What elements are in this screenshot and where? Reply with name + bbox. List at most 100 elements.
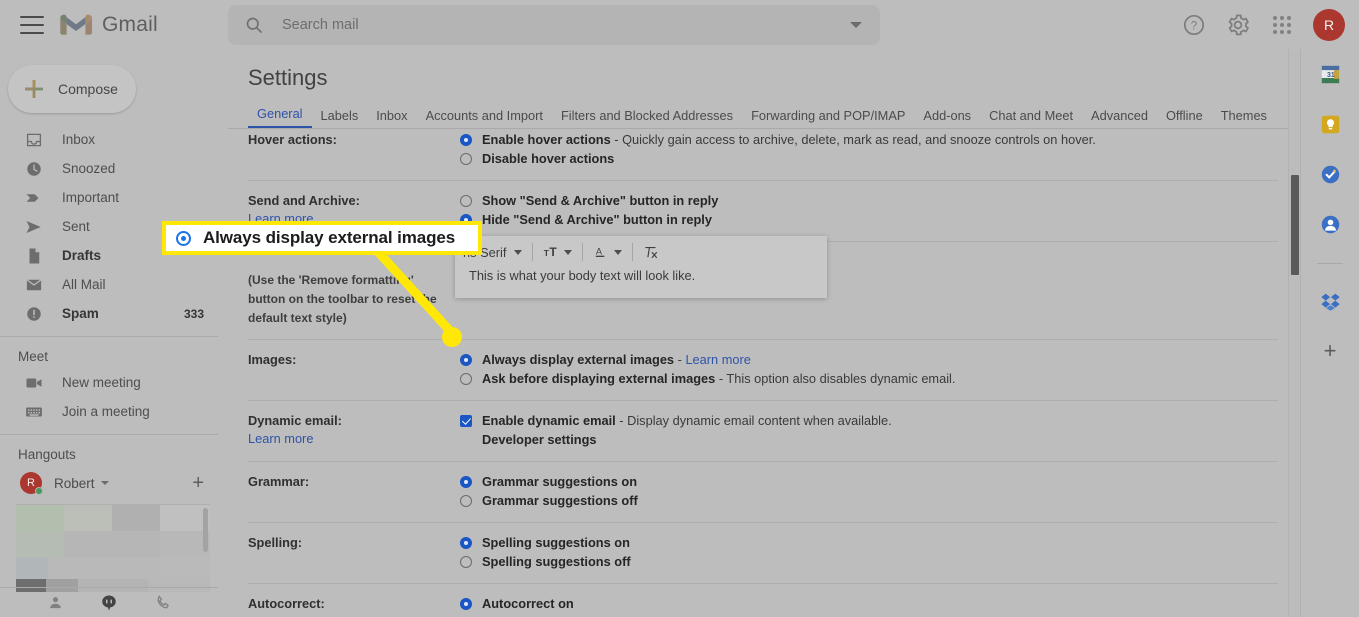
sidebar-item-label: Inbox [62,132,96,147]
hamburger-icon[interactable] [20,15,44,34]
radio-ask-before-displaying-external-images[interactable] [460,373,472,385]
sidebar-item-new-meeting[interactable]: New meeting [0,368,218,397]
row-label: Grammar: [248,474,310,489]
radio-show-send-archive[interactable] [460,195,472,207]
sidebar-item-snoozed[interactable]: Snoozed [0,154,218,183]
option-autocorrect-on[interactable]: Autocorrect on [460,595,1278,613]
settings-row-dynamic-email: Dynamic email: Learn more Enable dynamic… [248,401,1278,462]
hangouts-add-icon[interactable]: + [192,473,204,493]
hangouts-contacts-list[interactable] [16,504,210,592]
radio-disable-hover-actions[interactable] [460,153,472,165]
learn-more-link[interactable]: Learn more [248,430,460,448]
radio-autocorrect-on[interactable] [460,598,472,610]
google-calendar-icon[interactable]: 31 [1319,63,1341,85]
developer-settings-link-row[interactable]: Developer settings [482,431,1278,449]
option-disable-hover-actions[interactable]: Disable hover actions [460,150,1278,168]
chevron-down-icon[interactable] [100,481,109,485]
row-label: Spelling: [248,535,303,550]
google-keep-icon[interactable] [1319,113,1341,135]
option-ask-before-display-images[interactable]: Ask before displaying external images - … [460,370,1278,388]
option-spelling-on[interactable]: Spelling suggestions on [460,534,1278,552]
settings-row-grammar: Grammar: Grammar suggestions on Grammar … [248,462,1278,523]
dropbox-icon[interactable] [1319,290,1341,312]
keyboard-icon [24,402,44,422]
developer-settings-link[interactable]: Developer settings [482,431,597,449]
contacts-person-icon[interactable] [45,593,65,613]
row-label: Send and Archive: [248,193,360,208]
images-learn-more-link[interactable]: Learn more [685,352,750,367]
hangouts-user-row[interactable]: R Robert + [0,466,218,500]
option-show-send-archive[interactable]: Show "Send & Archive" button in reply [460,192,1278,210]
svg-text:T: T [550,245,558,259]
video-camera-icon [24,373,44,393]
option-always-display-images[interactable]: Always display external images - Learn m… [460,351,1278,369]
highlight-callout-always-display-external-images: Always display external images [162,221,482,255]
radio-spelling-suggestions-off[interactable] [460,556,472,568]
row-label: Autocorrect: [248,596,325,611]
option-hide-send-archive[interactable]: Hide "Send & Archive" button in reply [460,211,1278,229]
sidebar-item-inbox[interactable]: Inbox [0,125,218,154]
option-grammar-on[interactable]: Grammar suggestions on [460,473,1278,491]
radio-always-display-external-images[interactable] [460,354,472,366]
sidebar-item-all-mail[interactable]: All Mail [0,270,218,299]
toolbar-divider [582,243,584,261]
option-label: Hide "Send & Archive" button in reply [482,212,712,227]
chevron-down-icon[interactable] [564,249,573,255]
radio-enable-hover-actions[interactable] [460,134,472,146]
search-bar[interactable] [228,5,880,45]
gmail-logo[interactable]: Gmail [60,13,158,37]
top-right-actions: ? R [1181,0,1345,49]
search-input[interactable] [282,17,850,33]
google-tasks-icon[interactable] [1319,163,1341,185]
checkbox-enable-dynamic-email[interactable] [460,415,472,427]
sidebar-item-label: Join a meeting [62,404,150,419]
rail-divider [1317,263,1343,264]
gear-icon[interactable] [1225,12,1251,38]
remove-formatting-icon[interactable] [643,244,660,261]
help-icon[interactable]: ? [1181,12,1207,38]
search-icon [246,17,262,33]
avatar[interactable]: R [1313,8,1345,41]
option-spelling-off[interactable]: Spelling suggestions off [460,553,1278,571]
option-label: Grammar suggestions off [482,493,638,508]
chevron-down-icon[interactable] [614,249,623,255]
radio-grammar-suggestions-off[interactable] [460,495,472,507]
sidebar-item-count: 333 [183,306,204,321]
sidebar-item-label: Snoozed [62,161,116,176]
sidebar-divider-2 [0,434,218,435]
callout-radio-icon [176,230,191,246]
option-desc: - Quickly gain access to archive, delete… [610,132,1096,147]
text-color-icon[interactable]: A [593,244,623,261]
sidebar-item-spam[interactable]: Spam 333 [0,299,218,328]
radio-grammar-suggestions-on[interactable] [460,476,472,488]
google-contacts-icon[interactable] [1319,213,1341,235]
hangouts-scrollbar[interactable] [203,508,208,552]
important-chevron-icon [24,188,44,208]
option-label: Ask before displaying external images [482,371,716,386]
sidebar-item-important[interactable]: Important [0,183,218,212]
chevron-down-icon[interactable] [514,249,523,255]
sidebar-item-join-meeting[interactable]: Join a meeting [0,397,218,426]
default-text-style-hint: (Use the 'Remove formatting' button on t… [248,273,437,325]
row-label: Images: [248,352,297,367]
compose-button[interactable]: Compose [8,65,136,113]
apps-grid-icon[interactable] [1269,12,1295,38]
rail-add-icon[interactable]: + [1324,340,1337,362]
chevron-down-icon[interactable] [850,22,862,28]
option-grammar-off[interactable]: Grammar suggestions off [460,492,1278,510]
settings-scrollbar[interactable] [1288,49,1300,617]
text-format-toolbar: ns Serif TT A [455,236,827,268]
font-size-icon[interactable]: TT [543,244,573,261]
row-label: Hover actions: [248,132,337,147]
phone-icon[interactable] [153,593,173,613]
settings-row-spelling: Spelling: Spelling suggestions on Spelli… [248,523,1278,584]
hangouts-chat-icon[interactable] [99,593,119,613]
sidebar-item-label: New meeting [62,375,141,390]
radio-spelling-suggestions-on[interactable] [460,537,472,549]
option-enable-dynamic-email[interactable]: Enable dynamic email - Display dynamic e… [460,412,1278,430]
settings-scrollbar-thumb[interactable] [1291,175,1299,275]
option-label: Grammar suggestions on [482,474,638,489]
option-enable-hover-actions[interactable]: Enable hover actions - Quickly gain acce… [460,131,1278,149]
row-label: Dynamic email: [248,413,342,428]
right-side-rail: 31 + [1300,49,1359,617]
